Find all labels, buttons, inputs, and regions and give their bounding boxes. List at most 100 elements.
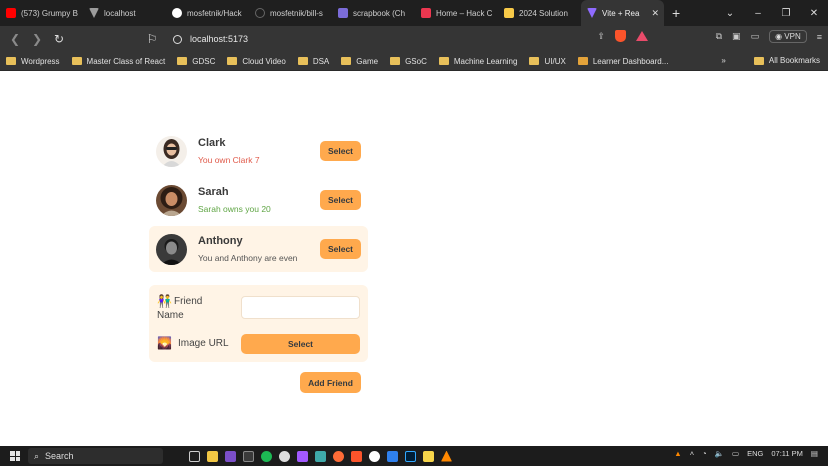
browser-toolbar: ❮ ❯ ↻ ⚐ localhost:5173 ⇪ ⧉ ▣ ▭ ◉ VPN ≡	[0, 26, 828, 52]
friend-name-label-line1: Friend	[174, 296, 203, 307]
bookmark-item[interactable]: UI/UX	[529, 57, 566, 66]
bookmark-item[interactable]: DSA	[297, 57, 329, 66]
app-icon[interactable]	[315, 450, 326, 462]
photoshop-icon[interactable]	[405, 450, 416, 462]
select-button[interactable]: Select	[320, 141, 361, 161]
postman-icon[interactable]	[333, 450, 344, 462]
bookmark-item[interactable]: Game	[341, 57, 378, 66]
extensions-icon[interactable]: ⧉	[716, 31, 722, 42]
image-select-button[interactable]: Select	[241, 334, 360, 354]
browser-tab-bar: (573) Grumpy B localhost mosfetnik/Hack …	[0, 0, 828, 26]
avatar	[156, 135, 187, 167]
all-bookmarks-button[interactable]: All Bookmarks	[753, 56, 820, 65]
new-tab-button[interactable]: +	[664, 5, 688, 21]
windows-start-icon[interactable]	[10, 451, 20, 461]
visual-studio-icon[interactable]	[225, 450, 236, 462]
share-icon[interactable]: ⇪	[597, 31, 605, 42]
language-indicator[interactable]: ENG	[747, 449, 763, 458]
task-view-icon[interactable]	[189, 450, 200, 462]
tab-vite-react[interactable]: Vite + Rea ✕	[581, 0, 664, 26]
clock[interactable]: 07:11 PM	[771, 449, 803, 458]
tab-solution[interactable]: 2024 Solution	[498, 0, 581, 26]
address-bar[interactable]: localhost:5173	[165, 29, 657, 49]
brave-shields-icon[interactable]	[615, 30, 626, 42]
bookmark-item[interactable]: Cloud Video	[227, 57, 286, 66]
notion-icon[interactable]	[369, 450, 380, 462]
close-tab-icon[interactable]: ✕	[651, 8, 659, 19]
image-icon: 🌄	[157, 336, 172, 350]
chevron-up-icon[interactable]: ˄	[690, 449, 694, 458]
box-icon	[577, 57, 588, 65]
back-icon[interactable]: ❮	[4, 32, 26, 46]
add-friend-form: 👫 Friend Name 🌄 Image URL Select	[149, 285, 368, 362]
store-icon[interactable]	[243, 450, 254, 462]
tab-github-hack[interactable]: mosfetnik/Hack	[166, 0, 249, 26]
close-window-button[interactable]: ✕	[800, 8, 828, 19]
bookmarks-bar: Wordpress Master Class of React GDSC Clo…	[0, 52, 828, 71]
wallet-icon[interactable]: ▭	[751, 31, 760, 42]
tray-vlc-icon[interactable]: ▲	[674, 449, 681, 458]
bookmark-item[interactable]: GSoC	[390, 57, 427, 66]
window-controls: ⌄ – ❐ ✕	[716, 0, 828, 26]
volume-icon[interactable]: 🔈	[715, 449, 724, 458]
search-icon: ⌕	[34, 450, 40, 461]
bookmark-item[interactable]: Wordpress	[6, 57, 60, 66]
github-desktop-icon[interactable]	[279, 450, 290, 462]
slack-icon	[338, 8, 348, 18]
folder-icon	[390, 57, 401, 65]
address-actions: ⇪	[597, 30, 648, 42]
spotify-icon[interactable]	[261, 450, 272, 462]
site-info-icon[interactable]	[173, 34, 182, 44]
folder-icon	[438, 57, 449, 65]
tab-search-icon[interactable]: ⌄	[716, 8, 744, 19]
bookmark-item[interactable]: Machine Learning	[438, 57, 517, 66]
loading-icon	[255, 8, 265, 18]
friend-item-anthony: Anthony You and Anthony are even Select	[149, 226, 368, 272]
folder-icon	[177, 57, 188, 65]
doc-icon	[504, 8, 514, 18]
forward-icon[interactable]: ❯	[26, 32, 48, 46]
friend-item-sarah: Sarah Sarah owns you 20 Select	[149, 177, 368, 223]
figma-icon[interactable]	[297, 450, 308, 462]
friend-name-input[interactable]	[241, 296, 360, 319]
youtube-icon	[6, 8, 16, 18]
toolbar-actions: ⧉ ▣ ▭ ◉ VPN ≡	[716, 30, 822, 43]
vscode-icon[interactable]	[387, 450, 398, 462]
select-button[interactable]: Select	[320, 239, 361, 259]
sticky-notes-icon[interactable]	[423, 450, 434, 462]
vpn-button[interactable]: ◉ VPN	[769, 30, 807, 43]
bookmark-item[interactable]: GDSC	[177, 57, 215, 66]
taskbar-search[interactable]: ⌕ Search	[28, 448, 163, 464]
brave-rewards-icon[interactable]	[636, 31, 648, 41]
vlc-icon[interactable]	[441, 450, 452, 462]
select-button[interactable]: Select	[320, 190, 361, 210]
tab-localhost[interactable]: localhost	[83, 0, 166, 26]
tab-hackclub[interactable]: Home – Hack C	[415, 0, 498, 26]
tab-scrapbook[interactable]: scrapbook (Ch	[332, 0, 415, 26]
bookmark-item[interactable]: Learner Dashboard...	[577, 57, 668, 66]
folder-icon	[6, 57, 16, 65]
github-icon	[172, 8, 182, 18]
taskbar-apps	[189, 450, 452, 462]
battery-icon[interactable]: ▭	[732, 449, 739, 458]
add-friend-button[interactable]: Add Friend	[300, 372, 361, 393]
folder-icon	[341, 57, 352, 65]
windows-taskbar: ⌕ Search ▲ ˄ ◔ 🔈 ▭ ENG 07:11 PM ▤	[0, 446, 828, 466]
vite-icon	[587, 8, 597, 18]
more-bookmarks-button[interactable]: »	[721, 56, 725, 65]
file-explorer-icon[interactable]	[207, 450, 218, 462]
restore-button[interactable]: ❐	[772, 8, 800, 19]
menu-icon[interactable]: ≡	[817, 32, 822, 42]
bookmark-icon[interactable]: ⚐	[141, 32, 163, 46]
minimize-button[interactable]: –	[744, 8, 772, 19]
bookmarks-right: » All Bookmarks	[721, 56, 820, 65]
notification-icon[interactable]: ▤	[811, 449, 818, 458]
brave-icon[interactable]	[351, 450, 362, 462]
tab-youtube[interactable]: (573) Grumpy B	[0, 0, 83, 26]
bookmark-item[interactable]: Master Class of React	[71, 57, 165, 66]
sidebar-icon[interactable]: ▣	[732, 31, 741, 42]
friend-name-label-line2: Name	[157, 310, 184, 321]
tab-github-bill[interactable]: mosfetnik/bill-s	[249, 0, 332, 26]
reload-icon[interactable]: ↻	[48, 32, 70, 46]
wifi-icon[interactable]: ◔	[702, 449, 707, 458]
